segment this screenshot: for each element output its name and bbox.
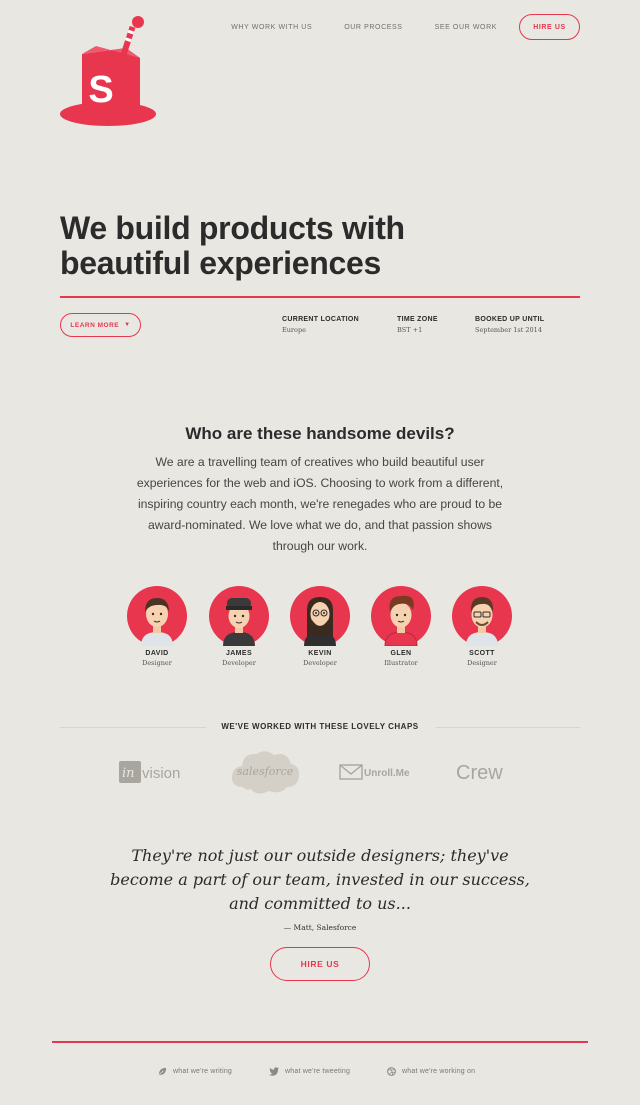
nav-our-process[interactable]: OUR PROCESS: [344, 24, 402, 31]
logo-icon: S: [60, 16, 156, 126]
footer-divider: [52, 1041, 588, 1043]
leaf-icon: [158, 1067, 167, 1076]
crew-logo-icon: Crew: [456, 762, 503, 784]
member-name: SCOTT: [469, 650, 495, 657]
dribbble-icon: [387, 1067, 396, 1076]
client-logo-unrollme: Unroll.Me: [339, 762, 411, 787]
meta-booked-until: BOOKED UP UNTIL September 1st 2014: [475, 316, 544, 334]
svg-text:in: in: [122, 766, 135, 781]
svg-text:salesforce: salesforce: [237, 765, 294, 778]
hero-title: We build products with beautiful experie…: [60, 211, 560, 281]
invision-logo-icon: in vision: [119, 761, 180, 783]
meta-label: CURRENT LOCATION: [282, 316, 359, 323]
avatar-scott: [452, 586, 512, 646]
member-role: Developer: [303, 659, 337, 667]
hero-divider: [60, 296, 580, 298]
hire-us-button[interactable]: HIRE US: [270, 947, 370, 981]
team-member-david[interactable]: DAVID Designer: [117, 586, 197, 667]
member-role: Developer: [222, 659, 256, 667]
team-member-kevin[interactable]: KEVIN Developer: [280, 586, 360, 667]
svg-text:Crew: Crew: [456, 762, 503, 784]
hero-title-line-2: beautiful experiences: [60, 245, 381, 281]
studio-logo[interactable]: S: [58, 14, 164, 132]
svg-text:S: S: [88, 69, 113, 111]
clients-title: WE'VE WORKED WITH THESE LOVELY CHAPS: [221, 722, 419, 731]
team-member-james[interactable]: JAMES Developer: [199, 586, 279, 667]
member-role: Designer: [142, 659, 172, 667]
footer-link-label: what we're writing: [173, 1068, 233, 1075]
footer-link-tweeting[interactable]: what we're tweeting: [269, 1067, 350, 1076]
main-nav: WHY WORK WITH US OUR PROCESS SEE OUR WOR…: [199, 14, 580, 40]
member-role: Designer: [467, 659, 497, 667]
avatar-james: [209, 586, 269, 646]
meta-label: TIME ZONE: [397, 316, 438, 323]
team-member-glen[interactable]: GLEN Illustrator: [361, 586, 441, 667]
footer-link-label: what we're working on: [402, 1068, 476, 1075]
testimonial-quote: They're not just our outside designers; …: [110, 846, 530, 913]
client-logo-salesforce: salesforce: [229, 747, 301, 802]
avatar-glen: [371, 586, 431, 646]
learn-more-button[interactable]: LEARN MORE ▼: [60, 313, 141, 337]
unrollme-envelope-icon: Unroll.Me: [339, 764, 410, 780]
member-name: JAMES: [225, 650, 253, 657]
footer-link-writing[interactable]: what we're writing: [158, 1067, 232, 1076]
caret-down-icon: ▼: [124, 322, 131, 328]
meta-label: BOOKED UP UNTIL: [475, 316, 545, 323]
member-name: KEVIN: [308, 650, 332, 657]
meta-current-location: CURRENT LOCATION Europe: [282, 316, 359, 334]
avatar-kevin: [290, 586, 350, 646]
footer-link-label: what we're tweeting: [285, 1068, 351, 1075]
team-member-scott[interactable]: SCOTT Designer: [442, 586, 522, 667]
nav-hire-us-button[interactable]: HIRE US: [519, 14, 580, 40]
about-title: Who are these handsome devils?: [185, 424, 455, 443]
meta-value: Europe: [282, 326, 306, 334]
member-name: DAVID: [145, 650, 169, 657]
meta-value: BST +1: [397, 326, 423, 334]
member-name: GLEN: [390, 650, 412, 657]
testimonial-author: — Matt, Salesforce: [283, 923, 357, 932]
meta-value: September 1st 2014: [475, 326, 542, 334]
client-logo-crew: Crew: [456, 760, 516, 789]
svg-text:Unroll.Me: Unroll.Me: [364, 768, 410, 779]
nav-see-our-work[interactable]: SEE OUR WORK: [435, 24, 497, 31]
about-text: We are a travelling team of creatives wh…: [136, 455, 504, 553]
twitter-bird-icon: [269, 1067, 279, 1076]
salesforce-cloud-icon: salesforce: [231, 751, 300, 794]
member-role: Illustrator: [384, 659, 418, 667]
footer-link-working-on[interactable]: what we're working on: [387, 1067, 475, 1076]
client-logo-invision: in vision: [119, 760, 191, 789]
nav-why-work-with-us[interactable]: WHY WORK WITH US: [231, 24, 312, 31]
hero-title-line-1: We build products with: [60, 210, 405, 246]
avatar-david: [127, 586, 187, 646]
learn-more-label: LEARN MORE: [70, 321, 120, 329]
meta-time-zone: TIME ZONE BST +1: [397, 316, 438, 334]
svg-text:vision: vision: [142, 765, 180, 782]
